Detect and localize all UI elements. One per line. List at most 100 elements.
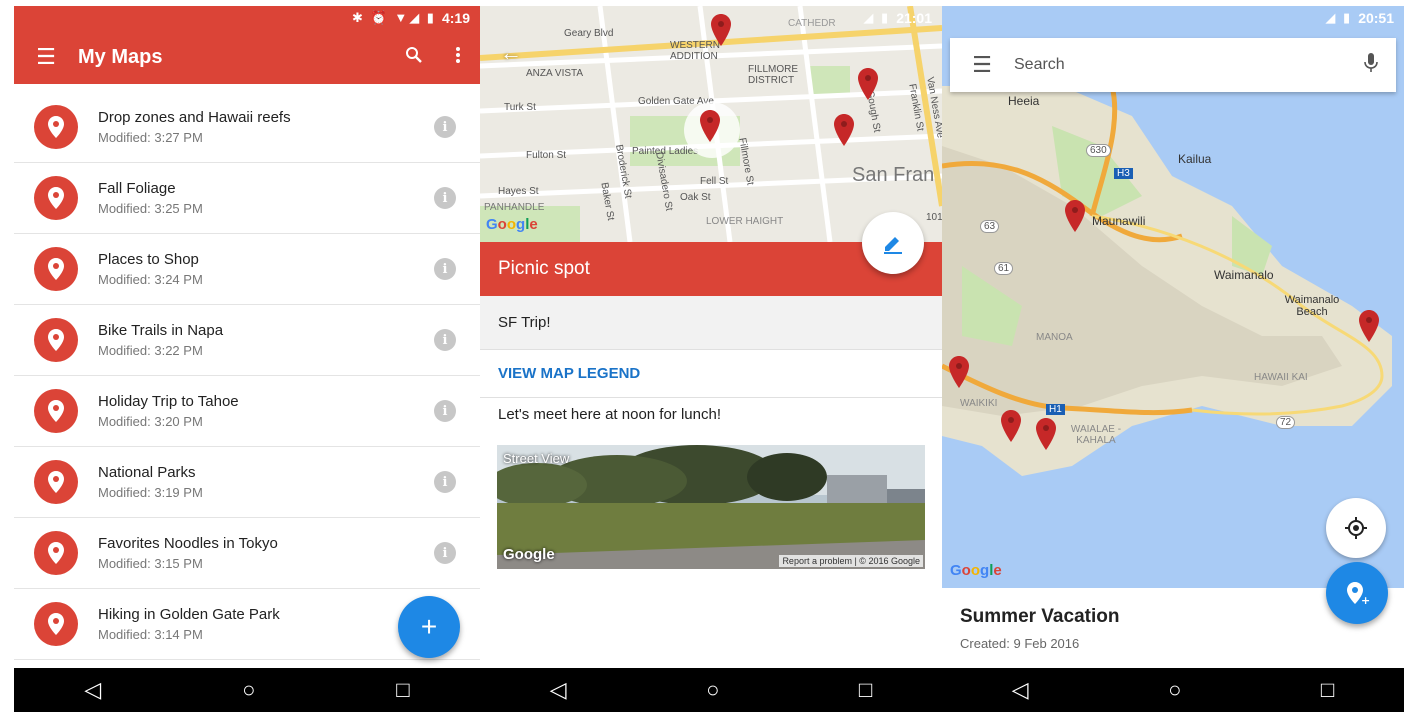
route-shield: 61 — [994, 262, 1014, 275]
map-pin-icon[interactable] — [1000, 410, 1022, 442]
edit-button[interactable] — [862, 212, 924, 274]
home-icon[interactable]: ○ — [1168, 677, 1181, 703]
info-icon[interactable]: i — [434, 187, 456, 209]
map-marker-icon — [34, 318, 78, 362]
map-label: Turk St — [504, 102, 536, 113]
map-name: Fall Foliage — [98, 180, 176, 197]
map-pin-icon[interactable] — [1035, 418, 1057, 450]
status-time: 20:51 — [1358, 10, 1394, 26]
map-list-item[interactable]: Bike Trails in Napa Modified: 3:22 PM i — [14, 305, 480, 376]
map-modified-time: Modified: 3:20 PM — [98, 414, 203, 429]
map-modified-time: Modified: 3:22 PM — [98, 343, 203, 358]
nav-bar: ◁ ○ □ — [480, 668, 942, 712]
map-list-item[interactable]: National Parks Modified: 3:19 PM i — [14, 447, 480, 518]
info-icon[interactable]: i — [434, 258, 456, 280]
map-label: 101 — [926, 212, 942, 223]
map-name: National Parks — [98, 464, 196, 481]
hamburger-icon[interactable]: ☰ — [14, 44, 78, 70]
map-marker-icon — [34, 602, 78, 646]
my-location-icon — [1345, 517, 1367, 539]
street-view-thumbnail[interactable]: Street View Google Report a problem | © … — [497, 445, 925, 569]
map-list-item[interactable]: Drop zones and Hawaii reefs Modified: 3:2… — [14, 92, 480, 163]
recents-icon[interactable]: □ — [859, 677, 872, 703]
map-list-item-text: Holiday Trip to Tahoe Modified: 3:20 PM — [98, 393, 434, 429]
app-bar: ☰ My Maps — [14, 30, 480, 84]
back-icon[interactable]: ◁ — [1012, 677, 1029, 703]
map-label: Painted Ladies — [632, 146, 699, 157]
info-icon[interactable]: i — [434, 471, 456, 493]
map-modified-time: Modified: 3:14 PM — [98, 627, 203, 642]
info-icon[interactable]: i — [434, 116, 456, 138]
map-name: Drop zones and Hawaii reefs — [98, 109, 291, 126]
selected-map-pin-icon[interactable] — [699, 110, 721, 142]
map-view-screen: Heeia Kailua Maunawili Waimanalo Waimana… — [942, 0, 1404, 712]
map-pin-icon[interactable] — [857, 68, 879, 100]
place-description: Let's meet here at noon for lunch! — [498, 406, 722, 423]
back-icon[interactable]: ◁ — [84, 677, 101, 703]
status-time: 4:19 — [441, 10, 470, 26]
my-location-button[interactable] — [1326, 498, 1386, 558]
map-marker-icon — [34, 176, 78, 220]
map-label: WAIALAE - KAHALA — [1070, 424, 1122, 446]
map-label: Kailua — [1178, 152, 1212, 166]
recents-icon[interactable]: □ — [396, 677, 409, 703]
map-title: Summer Vacation — [960, 606, 1120, 627]
pencil-icon — [884, 237, 902, 254]
map-list-item[interactable]: Holiday Trip to Tahoe Modified: 3:20 PM i — [14, 376, 480, 447]
more-vert-icon[interactable] — [436, 46, 480, 69]
map-list-item-text: National Parks Modified: 3:19 PM — [98, 464, 434, 500]
route-shield: 63 — [980, 220, 1000, 233]
map-pin-icon[interactable] — [833, 114, 855, 146]
sf-map[interactable]: Geary Blvd WESTERN ADDITION ANZA VISTA F… — [480, 6, 942, 242]
map-pin-icon[interactable] — [1064, 200, 1086, 232]
map-label: Fulton St — [526, 150, 567, 161]
map-label: Waimanalo — [1214, 268, 1274, 282]
google-logo: Google — [486, 216, 538, 233]
map-label: San Fran — [852, 164, 935, 186]
microphone-icon[interactable] — [1346, 52, 1396, 78]
search-input[interactable]: Search — [1014, 56, 1346, 74]
map-modified-time: Modified: 3:19 PM — [98, 485, 203, 500]
add-location-icon: + — [1347, 582, 1370, 606]
add-map-button[interactable]: + — [398, 596, 460, 658]
recents-icon[interactable]: □ — [1321, 677, 1334, 703]
search-bar[interactable]: ☰ Search — [950, 38, 1396, 92]
home-icon[interactable]: ○ — [242, 677, 255, 703]
map-name: Bike Trails in Napa — [98, 322, 224, 339]
oahu-map[interactable]: Heeia Kailua Maunawili Waimanalo Waimana… — [942, 6, 1404, 588]
map-modified-time: Modified: 3:24 PM — [98, 272, 203, 287]
info-icon[interactable]: i — [434, 542, 456, 564]
map-marker-icon — [34, 105, 78, 149]
map-label: MANOA — [1036, 332, 1073, 343]
view-map-legend-link[interactable]: VIEW MAP LEGEND — [480, 350, 942, 398]
map-label: Heeia — [1008, 94, 1040, 108]
map-list-item[interactable]: Places to Shop Modified: 3:24 PM i — [14, 234, 480, 305]
street-view-google-logo: Google — [503, 546, 555, 563]
back-icon[interactable]: ◁ — [550, 677, 567, 703]
info-icon[interactable]: i — [434, 329, 456, 351]
status-time: 21:01 — [896, 10, 932, 26]
add-place-button[interactable]: + — [1326, 562, 1388, 624]
map-list-item[interactable]: Fall Foliage Modified: 3:25 PM i — [14, 163, 480, 234]
map-pin-icon[interactable] — [948, 356, 970, 388]
map-modified-time: Modified: 3:27 PM — [98, 130, 203, 145]
map-label: HAWAII KAI — [1254, 372, 1308, 383]
route-shield: 72 — [1276, 416, 1296, 429]
map-list-item-text: Fall Foliage Modified: 3:25 PM — [98, 180, 434, 216]
map-name: Holiday Trip to Tahoe — [98, 393, 239, 410]
search-icon[interactable] — [392, 46, 436, 69]
hamburger-icon[interactable]: ☰ — [950, 52, 1014, 78]
map-list-item-text: Favorites Noodles in Tokyo Modified: 3:15… — [98, 535, 434, 571]
nav-bar: ◁ ○ □ — [942, 668, 1404, 712]
page-title: My Maps — [78, 45, 163, 68]
back-arrow-icon[interactable]: ← — [500, 40, 522, 66]
info-icon[interactable]: i — [434, 400, 456, 422]
my-maps-screen: ✱ ⏰ ▼◢ ▮ 4:19 ☰ My Maps Drop zones and H… — [14, 0, 480, 712]
map-pin-icon[interactable] — [1358, 310, 1380, 342]
street-view-credit: Report a problem | © 2016 Google — [779, 555, 923, 567]
maps-list: Drop zones and Hawaii reefs Modified: 3:2… — [14, 92, 480, 660]
map-list-item[interactable]: Favorites Noodles in Tokyo Modified: 3:15… — [14, 518, 480, 589]
home-icon[interactable]: ○ — [706, 677, 719, 703]
map-list-item-text: Hiking in Golden Gate Park Modified: 3:14… — [98, 606, 434, 642]
map-list-item-text: Bike Trails in Napa Modified: 3:22 PM — [98, 322, 434, 358]
